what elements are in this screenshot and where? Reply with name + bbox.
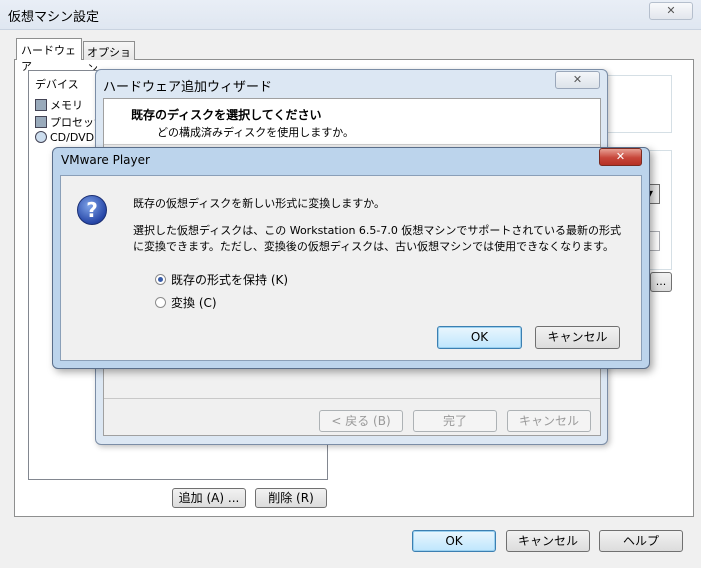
divider [104,398,600,399]
window-title: 仮想マシン設定 [8,10,100,25]
question-icon: ? [77,195,107,225]
cancel-button[interactable]: キャンセル [506,530,590,552]
dialog-question: 既存の仮想ディスクを新しい形式に変換しますか。 [133,197,386,210]
wizard-heading: 既存のディスクを選択してください [131,108,322,122]
memory-icon [35,99,47,111]
add-device-button[interactable]: 追加 (A) ... [172,488,246,508]
wizard-title: ハードウェア追加ウィザード [103,80,273,95]
wizard-close-button[interactable]: ✕ [555,71,600,89]
keep-format-option[interactable]: 既存の形式を保持 (K) [155,271,288,288]
option-label: 変換 (C) [171,296,217,310]
option-label: 既存の形式を保持 (K) [171,273,289,287]
radio-selected[interactable] [155,274,166,285]
device-item-cd-dvd[interactable]: CD/DVD ( [35,131,102,144]
device-column-header: デバイス [35,78,79,91]
finish-button[interactable]: 完了 [413,410,497,432]
main-titlebar [0,0,701,30]
dialog-cancel-button[interactable]: キャンセル [535,326,620,349]
dialog-detail: 選択した仮想ディスクは、この Workstation 6.5-7.0 仮想マシン… [133,224,622,253]
tab-options[interactable]: オプション [83,41,135,75]
convert-option[interactable]: 変換 (C) [155,294,217,311]
dialog-close-button[interactable]: ✕ [599,148,642,166]
device-label: メモリ [50,99,83,112]
help-button[interactable]: ヘルプ [599,530,683,552]
ok-button[interactable]: OK [412,530,496,552]
main-close-button[interactable]: ✕ [649,2,693,20]
cd-dvd-icon [35,131,47,143]
back-button[interactable]: < 戻る (B) [319,410,403,432]
processor-icon [35,116,47,128]
tab-hardware[interactable]: ハードウェア [16,38,82,73]
device-item-memory[interactable]: メモリ [35,97,83,113]
radio-unselected[interactable] [155,297,166,308]
dialog-ok-button[interactable]: OK [437,326,522,349]
remove-device-button[interactable]: 削除 (R) [255,488,327,508]
dialog-title: VMware Player [61,153,150,167]
browse-button[interactable]: ... [650,272,672,292]
wizard-cancel-button[interactable]: キャンセル [507,410,591,432]
wizard-subheading: どの構成済みディスクを使用しますか。 [157,126,355,139]
